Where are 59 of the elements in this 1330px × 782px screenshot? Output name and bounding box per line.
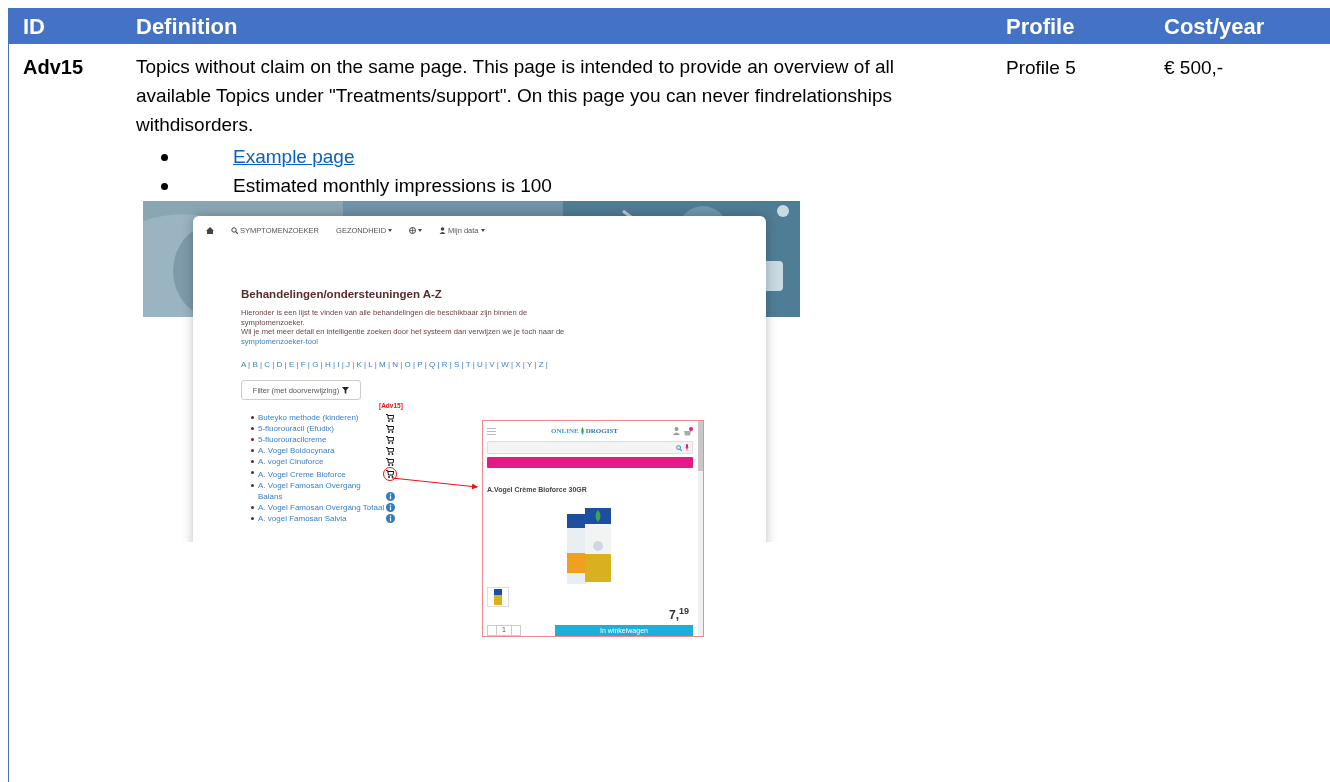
list-link[interactable]: A. Vogel Boldocynara [258, 445, 385, 457]
user-icon [439, 227, 447, 234]
list-link[interactable]: A. Vogel Creme Bioforce [258, 469, 385, 481]
search-icon [231, 227, 238, 234]
cart-icon [386, 446, 394, 455]
search-field[interactable] [487, 441, 693, 454]
bullet-icon [251, 460, 254, 464]
definition-text: Topics without claim on the same page. This page is intended to provide an overview of all available Topics under "Treatments/support". On this page you can never findrelationships withdisorders. [136, 55, 895, 137]
bullet-icon [161, 183, 168, 190]
cart-icon [386, 435, 394, 444]
page-heading: Behandelingen/ondersteuningen A-Z [241, 287, 443, 302]
bullet-icon [251, 438, 254, 442]
list-link[interactable]: Buteyko methode (kinderen) [258, 412, 385, 424]
bullet-icon [161, 154, 168, 161]
profile-text: Profile 5 [1006, 57, 1076, 78]
bullet-icon [251, 506, 254, 510]
bullet-text: Estimated monthly impressions is 100 [233, 174, 552, 199]
cart-icon [386, 413, 394, 422]
leaf-icon [579, 427, 585, 435]
cart-icon [386, 457, 394, 466]
list-link[interactable]: A. Vogel Famosan Overgang Balans [258, 480, 385, 503]
scrollbar[interactable] [698, 421, 703, 636]
row-id: Adv15 [23, 56, 84, 78]
column-header: ID [23, 13, 45, 39]
home-icon [206, 227, 214, 234]
bullet-icon [251, 484, 254, 488]
user-icon[interactable] [673, 427, 680, 435]
caret-icon [418, 229, 423, 232]
globe-icon [409, 227, 417, 234]
nav-item[interactable] [409, 227, 423, 234]
bullet-icon [251, 471, 254, 475]
list-link[interactable]: A. vogel Cinuforce [258, 456, 385, 468]
info-icon [385, 492, 395, 502]
microphone-icon[interactable] [685, 444, 689, 451]
column-header: Profile [1006, 13, 1075, 39]
info-icon [385, 503, 395, 513]
bullet-icon [251, 449, 254, 453]
cart-icon [386, 424, 394, 433]
basket-icon[interactable] [684, 426, 693, 436]
caret-icon [480, 229, 485, 232]
info-icon [385, 514, 395, 524]
thumbnail[interactable] [487, 586, 509, 607]
nav-item[interactable] [206, 227, 214, 234]
column-header: Cost/year [1164, 13, 1265, 39]
filter-icon [342, 386, 350, 394]
alphabet-links[interactable]: A | B | C | D | E | F | G | H | I | J | K | L | M | N | O | P | Q | R | S | T | U | V | W | X | Y | Z | [241, 359, 766, 372]
bullet-icon [251, 427, 254, 431]
list-link[interactable]: 5-fluorouracilcreme [258, 434, 385, 446]
bullet-icon [251, 416, 254, 420]
cost-text: € 500,- [1164, 57, 1224, 78]
list-link[interactable]: A. Vogel Famosan Overgang Totaal [258, 502, 385, 514]
column-header: Definition [136, 13, 238, 39]
example-link[interactable]: Example page [233, 143, 355, 172]
caret-icon [388, 229, 393, 232]
list-link[interactable]: A. vogel Famosan Salvia [258, 513, 385, 525]
list-link[interactable]: 5-fluorouracil (Efudix) [258, 423, 385, 435]
bullet-icon [251, 517, 254, 521]
search-icon[interactable] [676, 444, 682, 451]
price: 7,$^{19}$ [667, 607, 690, 622]
